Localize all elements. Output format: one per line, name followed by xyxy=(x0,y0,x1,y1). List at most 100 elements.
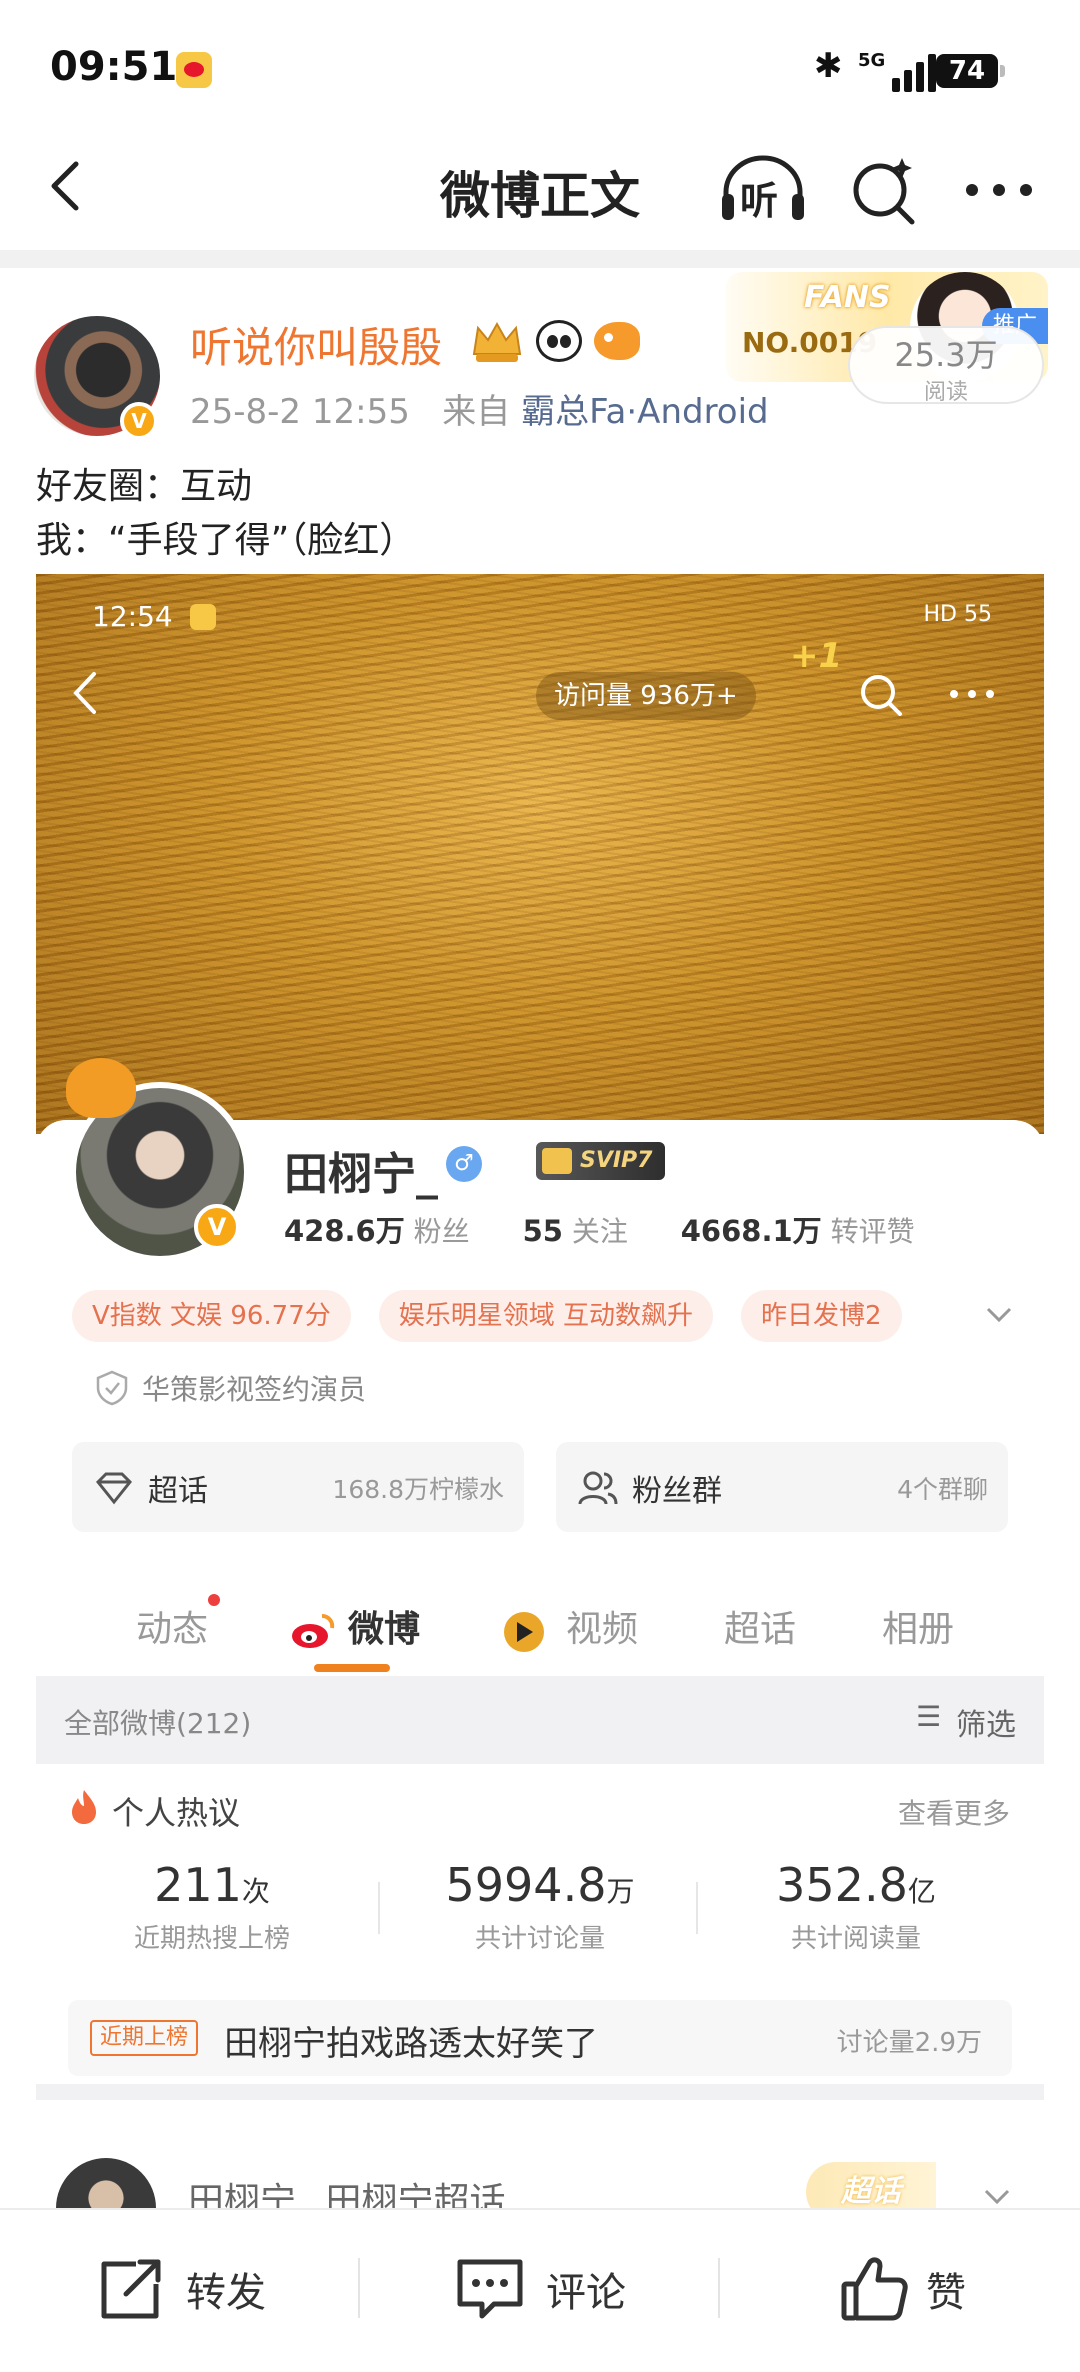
fans-label: FANS xyxy=(804,280,891,315)
fans-count-label: 粉丝 xyxy=(413,1215,470,1248)
recent-count: 讨论量2.9万 xyxy=(836,2028,982,2058)
crown-badge-icon xyxy=(472,321,522,362)
svip-badge: SVIP7 xyxy=(536,1142,665,1180)
stat-divider xyxy=(378,1882,380,1934)
embedded-visits: 访问量 936万+ xyxy=(536,672,756,720)
embedded-profile-card: 田栩宁_ ♂ SVIP7 428.6万 粉丝 55 关注 4668.1万 转评赞… xyxy=(36,1120,1044,2100)
section-divider xyxy=(0,250,1080,268)
fan-group-label: 粉丝群 xyxy=(632,1474,722,1509)
verified-badge-icon: V xyxy=(120,402,158,440)
post-meta: 25-8-2 12:55 来自 霸总Fa·Android xyxy=(190,384,769,433)
nav-bar: 微博正文 听 xyxy=(0,130,1080,250)
embedded-status-right: HD 55 xyxy=(923,602,992,627)
reposts-count-label: 转评赞 xyxy=(830,1215,915,1248)
fan-group-value: 4个群聊 xyxy=(897,1475,988,1504)
profile-chip: 娱乐明星领域 互动数飙升 xyxy=(378,1290,714,1342)
hot-stat-label: 共计讨论量 xyxy=(474,1924,605,1954)
more-icon[interactable] xyxy=(962,170,1036,210)
stat-divider xyxy=(696,1882,698,1934)
recent-text: 田栩宁拍戏路透太好笑了 xyxy=(224,2024,598,2064)
search-icon[interactable] xyxy=(846,150,924,230)
weibo-logo-icon xyxy=(292,1614,335,1648)
embedded-bottom-gap xyxy=(36,2084,1044,2100)
fan-group-box: 粉丝群 4个群聊 xyxy=(556,1442,1008,1532)
listen-button[interactable]: 听 xyxy=(718,150,808,230)
embedded-hot-section: 个人热议 查看更多 211次 近期热搜上榜 5994.8万 共计讨论量 352.… xyxy=(36,1764,1044,2084)
read-count-badge: 25.3万 阅读 xyxy=(848,326,1044,405)
embedded-tab: 动态 xyxy=(136,1609,209,1650)
hot-see-more: 查看更多 xyxy=(897,1797,1010,1830)
source-prefix: 来自 xyxy=(442,392,511,432)
network-type: 5G xyxy=(858,50,886,71)
post-image[interactable]: 12:54 HD 55 访问量 936万+ +1 田栩宁_ ♂ SVIP7 42… xyxy=(36,574,1044,2100)
read-count: 25.3万 xyxy=(894,336,998,374)
bluetooth-icon: ✱ xyxy=(814,46,843,86)
like-button[interactable]: 赞 xyxy=(720,2210,1080,2372)
supertopic-value: 168.8万柠檬水 xyxy=(332,1475,504,1504)
active-tab-underline xyxy=(314,1664,390,1672)
embedded-verified-icon: V xyxy=(194,1204,240,1250)
all-posts-count: 全部微博(212) xyxy=(64,1707,252,1740)
hot-stat: 5994.8万 共计讨论量 xyxy=(384,1858,696,1955)
embedded-tab: 超话 xyxy=(724,1609,797,1650)
embedded-profile-avatar: V xyxy=(66,1058,250,1262)
embedded-profile-name: 田栩宁_ xyxy=(284,1149,438,1200)
author-name[interactable]: 听说你叫殷殷 xyxy=(190,314,442,375)
battery-icon: 74 xyxy=(936,54,1005,88)
post-source[interactable]: 霸总Fa·Android xyxy=(521,392,769,432)
bottom-toolbar: 转发 评论 赞 xyxy=(0,2208,1080,2372)
weibo-notification-icon xyxy=(176,52,212,88)
embedded-plus-one: +1 xyxy=(790,636,843,676)
shield-icon xyxy=(96,1370,128,1406)
recent-trending-row: 近期上榜 田栩宁拍戏路透太好笑了 讨论量2.9万 xyxy=(68,2000,1012,2076)
repost-button[interactable]: 转发 xyxy=(0,2210,360,2372)
profile-cover-image xyxy=(36,574,1044,1134)
like-label: 赞 xyxy=(926,2270,966,2316)
flame-icon xyxy=(72,1790,96,1824)
hot-stat-label: 近期热搜上榜 xyxy=(133,1924,290,1954)
tiger-decoration-icon xyxy=(66,1058,136,1118)
post-text-line: 好友圈：互动 xyxy=(36,466,253,507)
hot-stat-unit: 次 xyxy=(241,1875,270,1908)
new-dot xyxy=(208,1594,220,1606)
hot-title-row: 个人热议 xyxy=(68,1788,240,1834)
embedded-back-icon xyxy=(73,672,96,714)
recent-tag: 近期上榜 xyxy=(90,2020,199,2056)
thumbs-up-icon xyxy=(841,2257,908,2321)
embedded-profile-stats: 428.6万 粉丝 55 关注 4668.1万 转评赞 xyxy=(284,1208,959,1250)
embedded-tab: 视频 xyxy=(566,1609,639,1650)
supertopic-box: 超话 168.8万柠檬水 xyxy=(72,1442,524,1532)
peek-avatar xyxy=(56,2158,156,2208)
signal-icon xyxy=(888,52,936,92)
hot-title: 个人热议 xyxy=(112,1794,241,1832)
status-bar: 09:51 ✱ 5G 74 xyxy=(0,0,1080,130)
hot-stat-value: 5994.8 xyxy=(445,1858,607,1912)
comment-button[interactable]: 评论 xyxy=(360,2210,720,2372)
embedded-profile-tabs: 动态 微博 视频 超话 相册 xyxy=(36,1594,1044,1672)
repost-label: 转发 xyxy=(186,2270,266,2316)
certification-text: 华策影视签约演员 xyxy=(142,1373,367,1406)
hot-stat-value: 211 xyxy=(154,1858,242,1912)
profile-chip: 昨日发博2 xyxy=(741,1290,902,1342)
profile-chip: V指数 文娱 96.77分 xyxy=(72,1290,351,1342)
author-avatar[interactable]: V xyxy=(34,316,160,440)
embedded-filter-bar: 全部微博(212) 筛选 xyxy=(36,1676,1044,1764)
embedded-tab: 相册 xyxy=(882,1609,955,1650)
embedded-status-time: 12:54 xyxy=(92,600,173,633)
embedded-profile-chips: V指数 文娱 96.77分 娱乐明星领域 互动数飙升 昨日发博2 xyxy=(72,1290,930,1342)
panda-badge-icon xyxy=(536,320,582,362)
hot-stat-unit: 万 xyxy=(606,1875,635,1908)
certification: 华策影视签约演员 xyxy=(96,1368,366,1408)
diamond-icon xyxy=(95,1472,133,1505)
reposts-count: 4668.1万 xyxy=(680,1214,822,1248)
filter-label: 筛选 xyxy=(916,1700,1016,1744)
next-item-peek: 田栩宁_ 田栩宁超话 超话 xyxy=(36,2128,1044,2208)
hot-stat: 352.8亿 共计阅读量 xyxy=(700,1858,1012,1955)
embedded-weibo-icon xyxy=(190,604,216,630)
status-time: 09:51 xyxy=(50,44,178,90)
chevron-down-icon xyxy=(986,1307,1012,1323)
embedded-more-icon xyxy=(948,686,998,702)
chevron-down-icon xyxy=(984,2189,1010,2205)
peek-badge: 超话 xyxy=(806,2162,936,2208)
fans-count: 428.6万 xyxy=(284,1214,405,1248)
